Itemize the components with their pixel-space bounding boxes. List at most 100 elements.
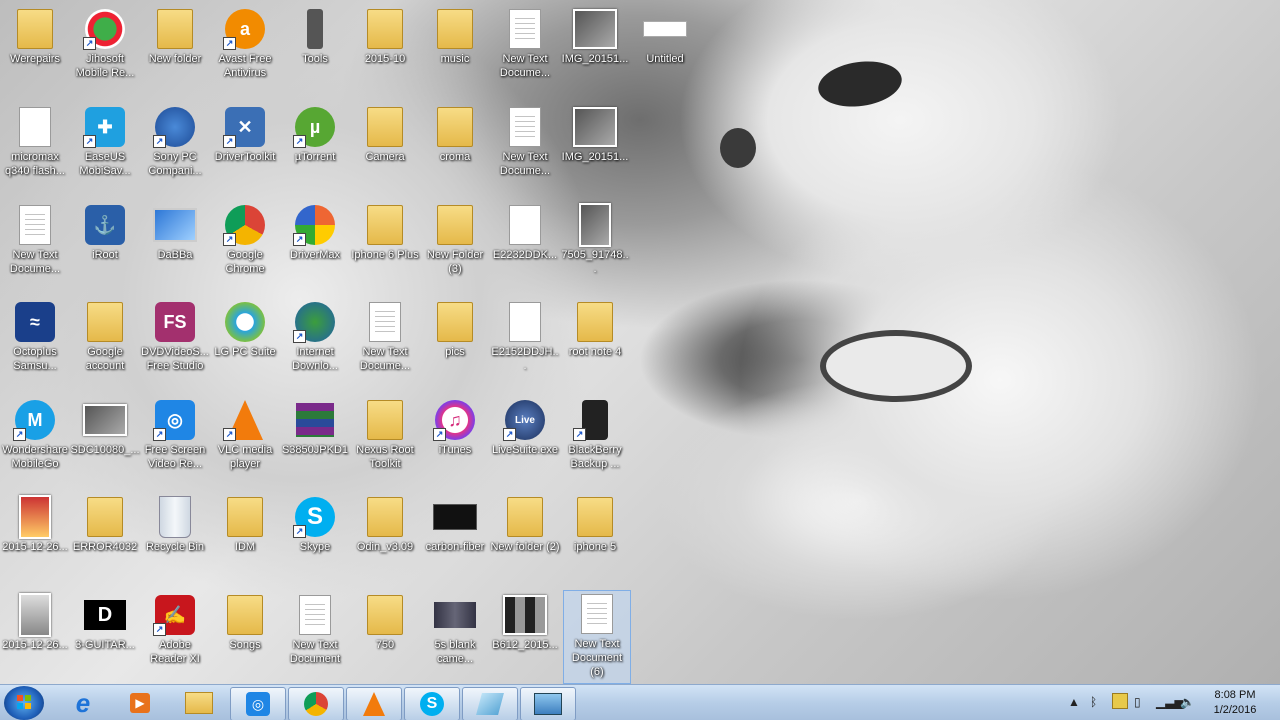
desktop-icon-img[interactable]: IMG_20151...	[560, 6, 630, 66]
desktop-icon-untitled[interactable]: Untitled	[630, 6, 700, 66]
desktop-icon-adobe-reader[interactable]: ✍ ↗ Adobe Reader XI	[140, 592, 210, 666]
taskbar-media-player[interactable]: ▶	[113, 687, 167, 719]
desktop-icon-new-folder-3[interactable]: New Folder (3)	[420, 202, 490, 276]
desktop-icon-skype[interactable]: S ↗ Skype	[280, 494, 350, 554]
icon-label: New folder (2)	[490, 541, 560, 553]
taskbar-screen-recorder[interactable]: ◎	[230, 687, 286, 720]
shortcut-arrow-icon: ↗	[433, 428, 446, 441]
taskbar-skype[interactable]: S	[404, 687, 460, 720]
text-document-icon	[369, 302, 401, 342]
taskbar-internet-explorer[interactable]: e	[56, 687, 110, 719]
desktop-icon-3-guitar[interactable]: D 3-GUITAR...	[70, 592, 140, 652]
desktop-icon-e2232ddk[interactable]: E2232DDK...	[490, 202, 560, 262]
folder-icon	[227, 595, 263, 635]
desktop-icon-b612[interactable]: B612_2015...	[490, 592, 560, 652]
file-icon	[19, 107, 51, 147]
system-clock[interactable]: 8:08 PM 1/2/2016	[1200, 688, 1270, 718]
desktop-icon-google-account[interactable]: Google account	[70, 299, 140, 373]
image-thumbnail-icon	[573, 9, 617, 49]
icon-label: Nexus Root Toolkit	[356, 444, 414, 470]
desktop-icon-drivertoolkit[interactable]: ✕ ↗ DriverToolkit	[210, 104, 280, 164]
desktop-icon-recycle-bin[interactable]: Recycle Bin	[140, 494, 210, 554]
desktop-icon-micromax[interactable]: micromax q340 flash...	[0, 104, 70, 178]
desktop-icon-iroot[interactable]: ⚓ iRoot	[70, 202, 140, 262]
taskbar-file-explorer[interactable]	[172, 687, 226, 719]
icon-label: SDC10080_...	[70, 444, 140, 456]
desktop-icon-octoplus[interactable]: ≈ Octoplus Samsu...	[0, 299, 70, 373]
desktop-icon-songs[interactable]: Songs	[210, 592, 280, 652]
desktop-icon-s3850jpkd1[interactable]: S3850JPKD1	[280, 397, 350, 457]
desktop-icon-idm[interactable]: IDM	[210, 494, 280, 554]
desktop-icon-new-text-document[interactable]: New Text Docume...	[490, 104, 560, 178]
desktop-icon-sdc10080[interactable]: SDC10080_...	[70, 397, 140, 457]
desktop-icon-nexus-root-toolkit[interactable]: Nexus Root Toolkit	[350, 397, 420, 471]
desktop-icon-new-text-document[interactable]: New Text Docume...	[0, 202, 70, 276]
desktop-icon-e2152ddjh[interactable]: E2152DDJH...	[490, 299, 560, 373]
desktop-icon-new-text-document[interactable]: New Text Document	[280, 592, 350, 666]
desktop-icon-internet-download-manager[interactable]: ↗ Internet Downlo...	[280, 299, 350, 373]
icon-label: New folder	[148, 53, 202, 65]
start-button[interactable]	[4, 686, 44, 720]
desktop-icon-2015-12-26[interactable]: 2015-12-26...	[0, 592, 70, 652]
desktop-icon-iphone-6-plus[interactable]: Iphone 6 Plus	[350, 202, 420, 262]
desktop-icon-img[interactable]: IMG_20151...	[560, 104, 630, 164]
taskbar-vlc[interactable]	[346, 687, 402, 720]
desktop-icon-new-text-document[interactable]: New Text Docume...	[490, 6, 560, 80]
desktop-icon-new-text-document[interactable]: New Text Docume...	[350, 299, 420, 373]
desktop-icon-tools[interactable]: Tools	[280, 6, 350, 66]
app-icon	[476, 693, 504, 715]
desktop-icon-new-folder-2[interactable]: New folder (2)	[490, 494, 560, 554]
desktop-icon-werepairs[interactable]: Werepairs	[0, 6, 70, 66]
desktop-icon-drivermax[interactable]: ↗ DriverMax	[280, 202, 350, 262]
icon-label: IMG_20151...	[561, 151, 629, 163]
desktop-icon-new-folder[interactable]: New folder	[140, 6, 210, 66]
taskbar-google-chrome[interactable]	[288, 687, 344, 720]
shortcut-arrow-icon: ↗	[153, 623, 166, 636]
desktop-icon-jihosoft[interactable]: ↗ Jihosoft Mobile Re...	[70, 6, 140, 80]
taskbar-image-viewer[interactable]	[520, 687, 576, 720]
desktop-icon-camera[interactable]: Camera	[350, 104, 420, 164]
taskbar-app[interactable]	[462, 687, 518, 720]
desktop-icon-livesuite[interactable]: Live ↗ LiveSuite.exe	[490, 397, 560, 457]
desktop-icon-avast[interactable]: a ↗ Avast Free Antivirus	[210, 6, 280, 80]
desktop-icon-itunes[interactable]: ♫ ↗ iTunes	[420, 397, 490, 457]
desktop-icon-google-chrome[interactable]: ↗ Google Chrome	[210, 202, 280, 276]
show-hidden-icons-icon[interactable]: ▲	[1068, 695, 1080, 709]
desktop-icon-7505[interactable]: 7505_91748...	[560, 202, 630, 276]
icon-label: DriverToolkit	[214, 151, 276, 163]
icon-label: 7505_91748...	[561, 249, 629, 275]
desktop-icon-sony-pc[interactable]: ↗ Sony PC Compani...	[140, 104, 210, 178]
desktop-icon-lg-pc-suite[interactable]: LG PC Suite	[210, 299, 280, 359]
power-icon[interactable]: ▯	[1134, 695, 1141, 709]
windows-logo-icon	[17, 695, 31, 709]
desktop-icon-new-text-document-6[interactable]: New Text Document (6)	[563, 590, 631, 684]
desktop-icon-error4032[interactable]: ERROR4032	[70, 494, 140, 554]
folder-icon	[367, 400, 403, 440]
icon-label: pics	[445, 346, 465, 358]
desktop-icon-iphone-5[interactable]: iphone 5	[560, 494, 630, 554]
desktop-icon-music[interactable]: music	[420, 6, 490, 66]
folder-icon	[185, 692, 213, 714]
desktop-icon-easeus[interactable]: ✚ ↗ EaseUS MobiSav...	[70, 104, 140, 178]
desktop-icon-750[interactable]: 750	[350, 592, 420, 652]
icon-label: BlackBerry Backup ...	[568, 444, 622, 470]
desktop-icon-5s-blank-camera[interactable]: 5s blank came...	[420, 592, 490, 666]
desktop-icon-root-note-4[interactable]: root note 4	[560, 299, 630, 359]
desktop-icon-blackberry-backup[interactable]: ↗ BlackBerry Backup ...	[560, 397, 630, 471]
desktop-icon-odin[interactable]: Odin_v3.09	[350, 494, 420, 554]
desktop-icon-vlc[interactable]: ↗ VLC media player	[210, 397, 280, 471]
icon-label: New Text Docume...	[499, 53, 551, 79]
volume-icon[interactable]: 🔈	[1180, 695, 1195, 709]
desktop-icon-free-screen-video-recorder[interactable]: ◎ ↗ Free Screen Video Re...	[140, 397, 210, 471]
desktop-icon-utorrent[interactable]: µ ↗ µTorrent	[280, 104, 350, 164]
desktop-icon-dvdvideosoft[interactable]: FS DVDVideoS... Free Studio	[140, 299, 210, 373]
desktop-icon-2015-12-26[interactable]: 2015-12-26...	[0, 494, 70, 554]
desktop-icon-pics[interactable]: pics	[420, 299, 490, 359]
desktop-icon-2015-10[interactable]: 2015-10	[350, 6, 420, 66]
desktop-icon-carbon-fiber[interactable]: carbon-fiber	[420, 494, 490, 554]
desktop-icon-dabba[interactable]: DaBBa	[140, 202, 210, 262]
desktop-icon-wondershare[interactable]: M ↗ Wondershare MobileGo	[0, 397, 70, 471]
desktop-icon-croma[interactable]: croma	[420, 104, 490, 164]
action-center-flag-icon[interactable]	[1112, 693, 1128, 709]
bluetooth-icon[interactable]: ᛒ	[1090, 695, 1097, 709]
